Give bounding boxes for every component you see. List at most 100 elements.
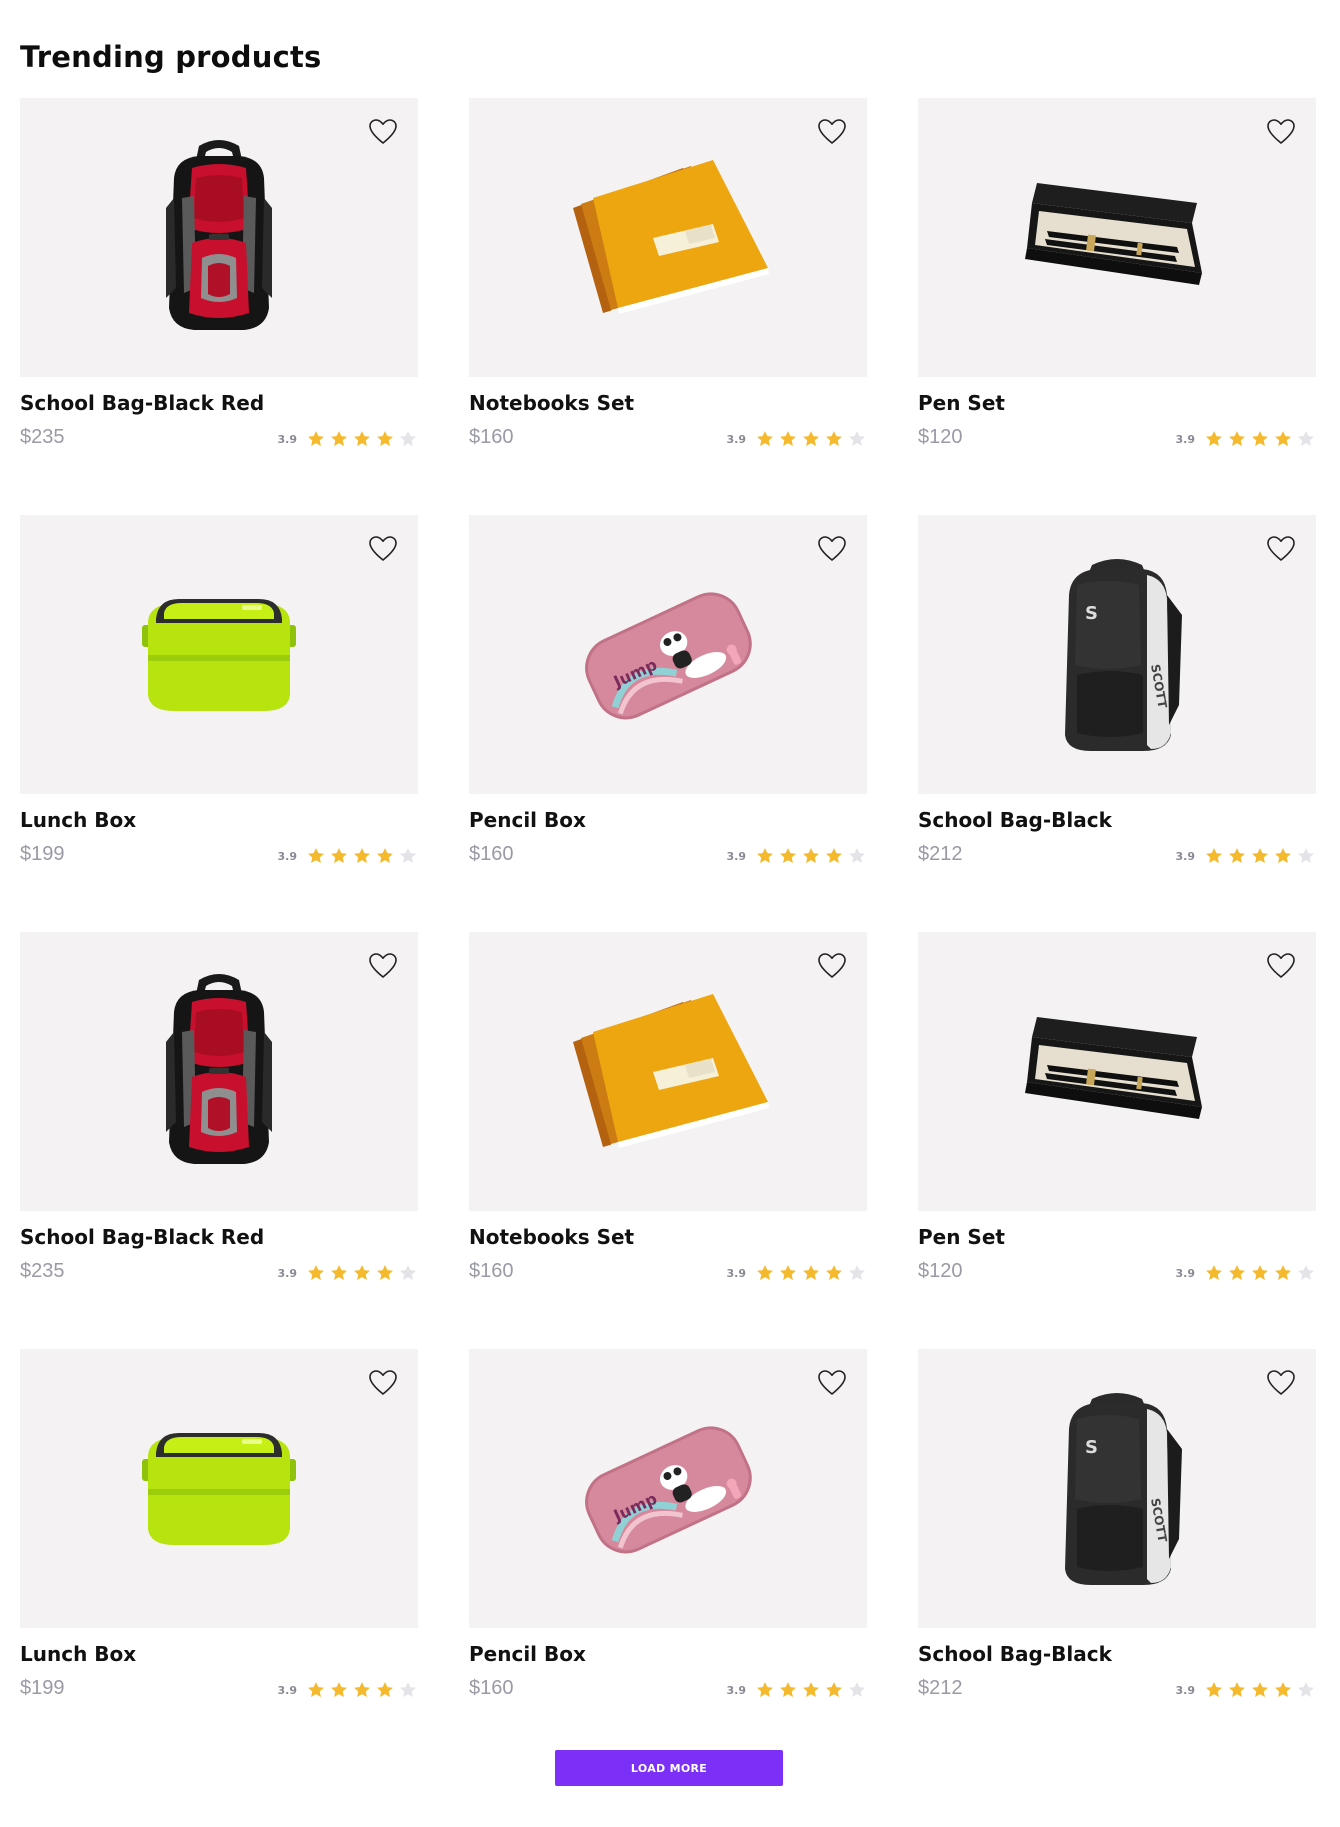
star-filled-icon <box>306 429 326 449</box>
heart-icon[interactable] <box>1266 535 1296 563</box>
rating-value: 3.9 <box>1175 849 1196 863</box>
star-filled-icon <box>352 1680 372 1700</box>
rating-value: 3.9 <box>277 1683 298 1697</box>
product-price: $160 <box>469 1260 514 1282</box>
heart-icon[interactable] <box>1266 952 1296 980</box>
product-rating: 3.9 <box>278 1263 419 1283</box>
star-filled-icon <box>352 429 372 449</box>
product-card[interactable]: Lunch Box $199 3.9 <box>20 1349 418 1766</box>
heart-icon[interactable] <box>368 118 398 146</box>
heart-icon[interactable] <box>1266 1369 1296 1397</box>
star-filled-icon <box>306 846 326 866</box>
product-image-container[interactable]: Jump <box>469 515 867 794</box>
product-image-container[interactable] <box>20 515 418 794</box>
product-card[interactable]: S SCOTT School Bag-Black $212 3.9 <box>918 515 1316 932</box>
star-empty-icon <box>1296 429 1316 449</box>
product-name[interactable]: School Bag-Black <box>918 808 1112 832</box>
product-card[interactable]: Pen Set $120 3.9 <box>918 98 1316 515</box>
product-card[interactable]: Lunch Box $199 3.9 <box>20 515 418 932</box>
black-backpack-image: S SCOTT <box>1047 1389 1187 1589</box>
star-filled-icon <box>1227 846 1247 866</box>
product-name[interactable]: School Bag-Black Red <box>20 1225 264 1249</box>
heart-icon[interactable] <box>817 952 847 980</box>
product-image-container[interactable] <box>469 932 867 1211</box>
heart-icon[interactable] <box>817 1369 847 1397</box>
heart-icon[interactable] <box>368 535 398 563</box>
pen-set-image <box>1017 997 1217 1147</box>
product-rating: 3.9 <box>1176 429 1317 449</box>
product-card[interactable]: Notebooks Set $160 3.9 <box>469 932 867 1349</box>
star-empty-icon <box>398 429 418 449</box>
star-filled-icon <box>1273 429 1293 449</box>
product-rating: 3.9 <box>727 429 868 449</box>
star-filled-icon <box>824 429 844 449</box>
star-filled-icon <box>1227 1263 1247 1283</box>
star-empty-icon <box>398 846 418 866</box>
product-image-container[interactable] <box>918 932 1316 1211</box>
product-image-container[interactable]: Jump <box>469 1349 867 1628</box>
product-card[interactable]: S SCOTT School Bag-Black $212 3.9 <box>918 1349 1316 1766</box>
star-filled-icon <box>329 846 349 866</box>
star-empty-icon <box>1296 1680 1316 1700</box>
star-filled-icon <box>755 1680 775 1700</box>
star-filled-icon <box>778 429 798 449</box>
star-empty-icon <box>847 1263 867 1283</box>
star-empty-icon <box>398 1263 418 1283</box>
product-rating: 3.9 <box>1176 1680 1317 1700</box>
pen-set-image <box>1017 163 1217 313</box>
product-image-container[interactable] <box>469 98 867 377</box>
product-name[interactable]: School Bag-Black <box>918 1642 1112 1666</box>
product-image-container[interactable] <box>918 98 1316 377</box>
product-price: $199 <box>20 1677 65 1699</box>
rating-value: 3.9 <box>277 1266 298 1280</box>
product-name[interactable]: Lunch Box <box>20 808 136 832</box>
star-filled-icon <box>801 1263 821 1283</box>
star-filled-icon <box>1227 1680 1247 1700</box>
product-price: $212 <box>918 1677 963 1699</box>
product-name[interactable]: Pen Set <box>918 1225 1005 1249</box>
product-card[interactable]: Notebooks Set $160 3.9 <box>469 98 867 515</box>
lunch-box-image <box>134 595 304 715</box>
star-filled-icon <box>801 429 821 449</box>
heart-icon[interactable] <box>817 535 847 563</box>
product-image-container[interactable] <box>20 1349 418 1628</box>
heart-icon[interactable] <box>1266 118 1296 146</box>
product-price: $235 <box>20 1260 65 1282</box>
product-name[interactable]: Pencil Box <box>469 1642 586 1666</box>
product-image-container[interactable]: S SCOTT <box>918 515 1316 794</box>
star-empty-icon <box>847 1680 867 1700</box>
product-name[interactable]: Notebooks Set <box>469 1225 634 1249</box>
rating-value: 3.9 <box>726 849 747 863</box>
product-image-container[interactable] <box>20 932 418 1211</box>
product-image-container[interactable] <box>20 98 418 377</box>
star-empty-icon <box>1296 846 1316 866</box>
product-name[interactable]: School Bag-Black Red <box>20 391 264 415</box>
page: Trending products School Bag-Black Red $… <box>0 0 1340 1827</box>
svg-text:S: S <box>1085 1437 1098 1458</box>
lunch-box-image <box>134 1429 304 1549</box>
product-card[interactable]: Pen Set $120 3.9 <box>918 932 1316 1349</box>
load-more-button[interactable]: LOAD MORE <box>555 1750 783 1786</box>
star-filled-icon <box>778 1263 798 1283</box>
star-filled-icon <box>375 1263 395 1283</box>
product-card[interactable]: School Bag-Black Red $235 3.9 <box>20 98 418 515</box>
star-filled-icon <box>1250 846 1270 866</box>
star-filled-icon <box>1204 1263 1224 1283</box>
product-name[interactable]: Lunch Box <box>20 1642 136 1666</box>
heart-icon[interactable] <box>368 1369 398 1397</box>
star-filled-icon <box>306 1263 326 1283</box>
heart-icon[interactable] <box>368 952 398 980</box>
product-card[interactable]: School Bag-Black Red $235 3.9 <box>20 932 418 1349</box>
product-name[interactable]: Pencil Box <box>469 808 586 832</box>
product-card[interactable]: Jump Pencil Box $160 3.9 <box>469 515 867 932</box>
product-name[interactable]: Notebooks Set <box>469 391 634 415</box>
product-grid: School Bag-Black Red $235 3.9 Notebooks … <box>20 98 1316 1766</box>
star-filled-icon <box>1273 1263 1293 1283</box>
star-filled-icon <box>375 429 395 449</box>
product-card[interactable]: Jump Pencil Box $160 3.9 <box>469 1349 867 1766</box>
star-empty-icon <box>1296 1263 1316 1283</box>
heart-icon[interactable] <box>817 118 847 146</box>
product-rating: 3.9 <box>278 429 419 449</box>
product-name[interactable]: Pen Set <box>918 391 1005 415</box>
product-image-container[interactable]: S SCOTT <box>918 1349 1316 1628</box>
